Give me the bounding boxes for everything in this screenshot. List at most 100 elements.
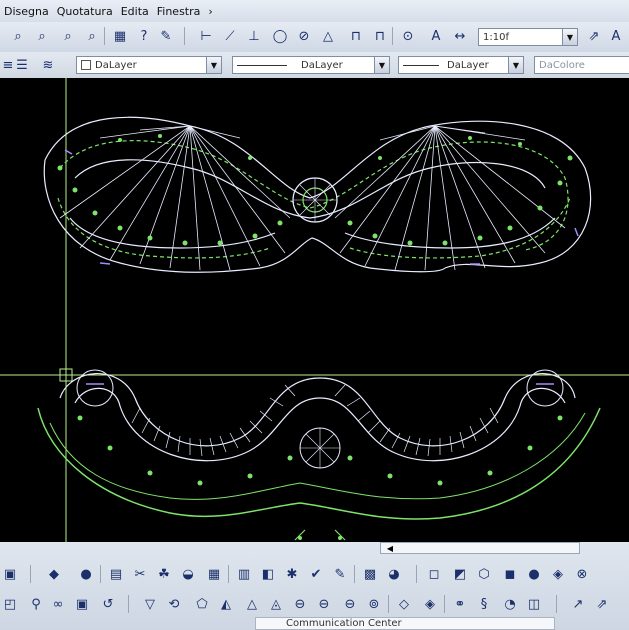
menu-more-icon[interactable]: ›: [204, 5, 216, 18]
cube-icon[interactable]: ⬡: [474, 564, 494, 584]
paint-icon[interactable]: ◕: [384, 564, 404, 584]
scroll-left-icon[interactable]: ◀: [383, 543, 397, 553]
fog-icon[interactable]: ◒: [178, 564, 198, 584]
undo-view-icon[interactable]: ↺: [98, 594, 118, 614]
linetype-select[interactable]: DaLayer ▼: [232, 56, 390, 74]
ordinate-dimension-icon[interactable]: ⊥: [244, 26, 264, 46]
binoculars-icon[interactable]: ∞: [48, 594, 68, 614]
new-mapping-icon[interactable]: ✔: [306, 564, 326, 584]
dish-icon[interactable]: ⊖: [340, 594, 360, 614]
radius-dimension-icon[interactable]: ◯: [270, 26, 290, 46]
materials-icon[interactable]: ◆: [44, 564, 64, 584]
scene-icon[interactable]: ☘: [154, 564, 174, 584]
people-icon[interactable]: ⚲: [26, 594, 46, 614]
dimension-update-icon[interactable]: A: [606, 26, 626, 46]
sphere-icon[interactable]: ●: [524, 564, 544, 584]
dome-icon[interactable]: ⊖: [314, 594, 334, 614]
menu-disegna[interactable]: Disegna: [0, 5, 53, 18]
library-icon[interactable]: ◧: [258, 564, 278, 584]
center-mark-icon[interactable]: ⊙: [398, 26, 418, 46]
layer-previous-icon[interactable]: ≋: [38, 55, 58, 75]
zoom-extents-icon[interactable]: ⌕: [82, 26, 102, 46]
wedge-icon[interactable]: ◩: [450, 564, 470, 584]
pyramid-icon[interactable]: △: [242, 594, 262, 614]
box-icon[interactable]: ◻: [424, 564, 444, 584]
statistics-icon[interactable]: ▥: [234, 564, 254, 584]
layers-toolbar: ≡ ☰ ≋ DaLayer ▼ DaLayer ▼ DaLayer ▼ DaCo…: [0, 52, 629, 79]
lower-plan: [37, 369, 601, 541]
aligned-dimension-icon[interactable]: ⟋: [220, 26, 240, 46]
scale-value: 1:10f: [483, 31, 509, 43]
solids-toolbar: ◰ ⚲ ∞ ▣ ↺ ▽ ⟲ ⬠ ◭ △ ◬ ⊖ ⊖ ⊖ ⊚ ◇ ◈ ⚭ § ◔ …: [0, 590, 629, 618]
upper-plan: [43, 116, 592, 273]
union-icon[interactable]: ⚭: [450, 594, 470, 614]
horizontal-scrollbar[interactable]: ◀: [380, 542, 580, 554]
chevron-down-icon[interactable]: ▼: [374, 57, 389, 73]
ucs-3point-icon[interactable]: ⇗: [592, 594, 612, 614]
plot-style-select[interactable]: DaColore: [534, 56, 629, 74]
slice-icon[interactable]: ◇: [394, 594, 414, 614]
layer-select[interactable]: DaLayer ▼: [76, 56, 222, 74]
subtract-icon[interactable]: §: [474, 594, 494, 614]
diameter-dimension-icon[interactable]: ⊘: [294, 26, 314, 46]
baseline-dimension-icon[interactable]: ⊓: [346, 26, 366, 46]
lineweight-select[interactable]: DaLayer ▼: [398, 56, 524, 74]
standard-toolbar: ⌕ ⌕ ⌕ ⌕ ▦ ? ✎ ⊢ ⟋ ⊥ ◯ ⊘ △ ⊓ ⊓ ⊙ A ↔ 1:10…: [0, 22, 629, 53]
intersect-icon[interactable]: ◔: [500, 594, 520, 614]
plot-style-name: DaColore: [539, 59, 585, 71]
linear-dimension-icon[interactable]: ⊢: [196, 26, 216, 46]
extrude-icon[interactable]: ▽: [140, 594, 160, 614]
chevron-down-icon[interactable]: ▼: [508, 57, 523, 73]
help-icon[interactable]: ?: [134, 26, 154, 46]
continue-dimension-icon[interactable]: ⊓: [370, 26, 390, 46]
edit-material-icon[interactable]: ✎: [330, 564, 350, 584]
menu-quotatura[interactable]: Quotatura: [53, 5, 117, 18]
drawing-canvas[interactable]: [0, 78, 629, 542]
menu-bar: Disegna Quotatura Edita Finestra ›: [0, 0, 629, 23]
interfere-icon[interactable]: ◫: [524, 594, 544, 614]
section-icon[interactable]: ◈: [420, 594, 440, 614]
zoom-previous-icon[interactable]: ⌕: [32, 26, 52, 46]
angular-dimension-icon[interactable]: △: [318, 26, 338, 46]
zoom-realtime-icon[interactable]: ⌕: [58, 26, 78, 46]
menu-finestra[interactable]: Finestra: [153, 5, 205, 18]
solid-box-icon[interactable]: ◼: [500, 564, 520, 584]
communication-center[interactable]: Communication Center: [255, 617, 555, 630]
properties-icon[interactable]: ▦: [110, 26, 130, 46]
render-icon[interactable]: ▣: [0, 564, 20, 584]
shaded-box-icon[interactable]: ◈: [548, 564, 568, 584]
revolve-icon[interactable]: ⟲: [164, 594, 184, 614]
dimension-style-icon[interactable]: ⇗: [584, 26, 604, 46]
layer-name: DaLayer: [95, 59, 137, 71]
sphere-3d-icon[interactable]: ⊖: [290, 594, 310, 614]
render-toolbar: ▣ ◆ ● ▤ ✂ ☘ ◒ ▦ ▥ ◧ ✱ ✔ ✎ ▩ ◕ ◻ ◩ ⬡ ◼ ● …: [0, 560, 629, 588]
3d-orbit-icon[interactable]: ◰: [0, 594, 20, 614]
zoom-window-icon[interactable]: ⌕: [8, 26, 28, 46]
wedge-3d-icon[interactable]: ◭: [216, 594, 236, 614]
pencil-icon[interactable]: ✎: [156, 26, 176, 46]
torus-icon[interactable]: ⊚: [364, 594, 384, 614]
dimension-scale-select[interactable]: 1:10f ▼: [478, 28, 578, 46]
chevron-down-icon[interactable]: ▼: [206, 57, 221, 73]
x-circle-icon[interactable]: ⊗: [572, 564, 592, 584]
mapping-icon[interactable]: ✂: [130, 564, 150, 584]
dimension-text-edit-icon[interactable]: ↔: [450, 26, 470, 46]
lineweight-sample: [403, 64, 439, 66]
image-icon[interactable]: ▩: [360, 564, 380, 584]
dimension-edit-icon[interactable]: A: [426, 26, 446, 46]
linetype-sample: [237, 64, 287, 66]
chevron-down-icon[interactable]: ▼: [562, 29, 577, 45]
background-icon[interactable]: ▦: [204, 564, 224, 584]
linetype-name: DaLayer: [301, 59, 343, 71]
layer-stack-icon[interactable]: ☰: [12, 55, 32, 75]
menu-edita[interactable]: Edita: [117, 5, 153, 18]
ucs-icon[interactable]: ↗: [568, 594, 588, 614]
camera-icon[interactable]: ▣: [72, 594, 92, 614]
tree-icon[interactable]: ✱: [282, 564, 302, 584]
box-3d-icon[interactable]: ⬠: [192, 594, 212, 614]
cone-icon[interactable]: ◬: [266, 594, 286, 614]
lights-icon[interactable]: ●: [76, 564, 96, 584]
landscape-icon[interactable]: ▤: [106, 564, 126, 584]
lineweight-name: DaLayer: [447, 59, 489, 71]
layer-color-swatch: [81, 60, 91, 70]
